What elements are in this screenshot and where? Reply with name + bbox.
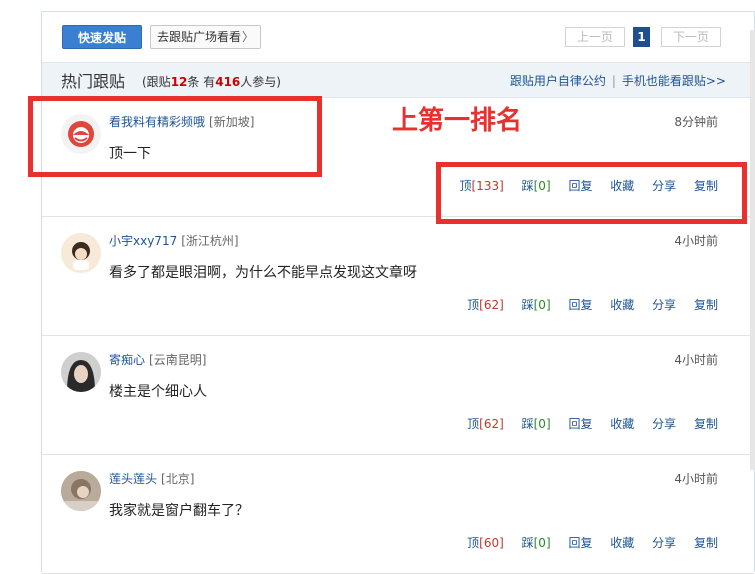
downvote-count: [0]: [533, 536, 551, 550]
chevron-right-icon: 〉: [241, 30, 254, 44]
reply-button[interactable]: 回复: [568, 536, 592, 550]
username-text[interactable]: 寄痴心: [109, 353, 145, 367]
upvote-label: 顶: [467, 417, 480, 431]
quick-post-button[interactable]: 快速发贴: [62, 25, 142, 49]
comment-item: 寄痴心 [云南昆明] 4小时前 楼主是个细心人 顶[62] 踩[0] 回复 收藏 …: [42, 335, 754, 455]
annotation-box-actions: [436, 162, 747, 224]
upvote-count: [62]: [479, 298, 504, 312]
stats-mid: 条 有: [187, 75, 216, 89]
favorite-button[interactable]: 收藏: [610, 536, 634, 550]
favorite-button[interactable]: 收藏: [610, 298, 634, 312]
rules-link[interactable]: 跟贴用户自律公约: [510, 74, 606, 88]
upvote-button[interactable]: 顶[62]: [467, 417, 504, 431]
share-button[interactable]: 分享: [652, 298, 676, 312]
next-page-button[interactable]: 下一页: [661, 27, 721, 47]
copy-button[interactable]: 复制: [694, 298, 718, 312]
reply-button[interactable]: 回复: [568, 298, 592, 312]
cartoon-girl-avatar[interactable]: [61, 233, 101, 273]
participant-count: 416: [215, 75, 241, 89]
hot-comments-header: 热门跟贴 (跟贴12条 有416人参与) 跟贴用户自律公约 | 手机也能看跟贴>>: [42, 62, 754, 98]
top-toolbar: 快速发贴 去跟贴广场看看 〉 上一页 1 下一页: [42, 12, 754, 62]
prev-page-button[interactable]: 上一页: [565, 27, 625, 47]
stats-suffix: 人参与): [240, 75, 281, 89]
comment-content: 我家就是窗户翻车了？: [109, 503, 249, 519]
reply-count: 12: [170, 75, 188, 89]
downvote-label: 踩: [521, 298, 534, 312]
user-location: [浙江杭州]: [181, 234, 239, 248]
photo-avatar[interactable]: [61, 471, 101, 511]
comment-actions: 顶[60] 踩[0] 回复 收藏 分享 复制: [453, 534, 718, 551]
hot-header-links: 跟贴用户自律公约 | 手机也能看跟贴>>: [510, 72, 726, 89]
portrait-avatar[interactable]: [61, 352, 101, 392]
downvote-button[interactable]: 踩[0]: [522, 536, 551, 550]
downvote-label: 踩: [521, 536, 534, 550]
upvote-button[interactable]: 顶[62]: [467, 298, 504, 312]
annotation-box-user: [28, 96, 322, 177]
comment-username[interactable]: 小宇xxy717 [浙江杭州]: [109, 232, 239, 249]
link-separator: |: [611, 74, 616, 88]
comment-time: 8分钟前: [674, 115, 718, 129]
downvote-button[interactable]: 踩[0]: [522, 417, 551, 431]
comment-actions: 顶[62] 踩[0] 回复 收藏 分享 复制: [453, 415, 718, 432]
copy-button[interactable]: 复制: [694, 417, 718, 431]
stats-prefix: (跟贴: [142, 75, 171, 89]
downvote-count: [0]: [533, 298, 551, 312]
username-text[interactable]: 小宇xxy717: [109, 234, 177, 248]
comment-username[interactable]: 寄痴心 [云南昆明]: [109, 351, 206, 368]
mobile-link[interactable]: 手机也能看跟贴>>: [622, 74, 726, 88]
favorite-button[interactable]: 收藏: [610, 417, 634, 431]
go-square-label: 去跟贴广场看看: [157, 30, 242, 44]
downvote-label: 踩: [521, 417, 534, 431]
comment-username[interactable]: 莲头莲头 [北京]: [109, 470, 194, 487]
upvote-count: [62]: [479, 417, 504, 431]
copy-button[interactable]: 复制: [694, 536, 718, 550]
user-location: [北京]: [161, 472, 195, 486]
comment-time: 4小时前: [674, 472, 718, 486]
go-square-button[interactable]: 去跟贴广场看看 〉: [150, 25, 261, 49]
upvote-label: 顶: [467, 536, 480, 550]
comment-item: 莲头莲头 [北京] 4小时前 我家就是窗户翻车了？ 顶[60] 踩[0] 回复 收…: [42, 454, 754, 574]
share-button[interactable]: 分享: [652, 417, 676, 431]
page-scrollbar[interactable]: [750, 30, 755, 470]
downvote-button[interactable]: 踩[0]: [522, 298, 551, 312]
username-text[interactable]: 莲头莲头: [109, 472, 157, 486]
annotation-label: 上第一排名: [392, 106, 523, 136]
upvote-label: 顶: [467, 298, 480, 312]
comment-time: 4小时前: [674, 353, 718, 367]
upvote-button[interactable]: 顶[60]: [467, 536, 504, 550]
comment-content: 楼主是个细心人: [109, 384, 207, 400]
user-location: [云南昆明]: [149, 353, 207, 367]
comment-content: 看多了都是眼泪啊，为什么不能早点发现这文章呀: [109, 265, 417, 281]
upvote-count: [60]: [479, 536, 504, 550]
hot-comments-stats: (跟贴12条 有416人参与): [142, 73, 281, 90]
page-number-current[interactable]: 1: [633, 27, 650, 47]
reply-button[interactable]: 回复: [568, 417, 592, 431]
comment-actions: 顶[62] 踩[0] 回复 收藏 分享 复制: [453, 296, 718, 313]
comment-time: 4小时前: [674, 234, 718, 248]
hot-comments-title: 热门跟贴: [61, 72, 126, 91]
share-button[interactable]: 分享: [652, 536, 676, 550]
comment-item: 小宇xxy717 [浙江杭州] 4小时前 看多了都是眼泪啊，为什么不能早点发现这文…: [42, 216, 754, 336]
downvote-count: [0]: [533, 417, 551, 431]
